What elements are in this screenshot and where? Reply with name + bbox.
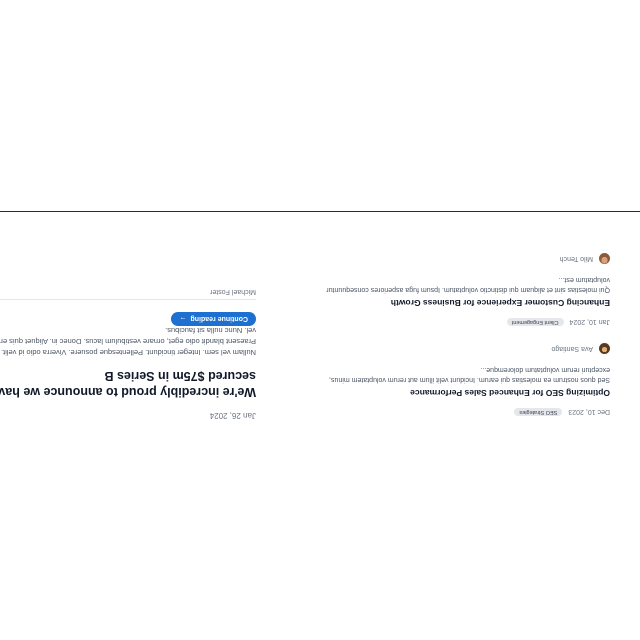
article-card[interactable]: Dec 10, 2023 SEO Strategies Optimizing S… (318, 343, 610, 416)
avatar (599, 343, 610, 354)
article-tag[interactable]: Client Engagement (506, 318, 564, 326)
featured-title[interactable]: We're incredibly proud to announce we ha… (0, 368, 256, 400)
article-date: Jan 10, 2024 (569, 318, 610, 326)
continue-reading-label: Continue reading (190, 315, 248, 323)
article-excerpt: Qui molestias sint et aliquam qui distin… (326, 276, 610, 293)
article-title[interactable]: Enhancing Customer Experience for Busine… (318, 298, 610, 308)
arrow-right-icon: → (179, 315, 187, 323)
featured-author: Michael Foster (210, 288, 256, 295)
article-meta: Dec 10, 2023 SEO Strategies (318, 408, 610, 416)
featured-date: Jan 26, 2024 (209, 411, 256, 420)
article-meta: Jan 10, 2024 Client Engagement (318, 318, 610, 326)
featured-author-name[interactable]: Michael Foster (210, 288, 256, 295)
continue-reading-button[interactable]: Continue reading → (171, 312, 256, 326)
article-author-name[interactable]: Milo Tench (560, 255, 593, 262)
featured-excerpt: Nullam vel sem. Integer tincidunt. Pelle… (0, 326, 256, 357)
article-tag[interactable]: SEO Strategies (514, 408, 563, 416)
blog-page: Jan 26, 2024 We're incredibly proud to a… (0, 0, 640, 640)
featured-separator (0, 299, 256, 300)
section-divider (0, 211, 640, 212)
article-card[interactable]: Jan 10, 2024 Client Engagement Enhancing… (318, 253, 610, 326)
article-author: Milo Tench (318, 253, 610, 264)
article-author-name[interactable]: Ava Santiago (551, 345, 593, 352)
avatar (599, 253, 610, 264)
article-title[interactable]: Optimizing SEO for Enhanced Sales Perfor… (318, 388, 610, 398)
article-author: Ava Santiago (318, 343, 610, 354)
article-excerpt: Sed quos nostrum ea molestias qui earum.… (329, 366, 610, 383)
article-date: Dec 10, 2023 (568, 408, 610, 416)
